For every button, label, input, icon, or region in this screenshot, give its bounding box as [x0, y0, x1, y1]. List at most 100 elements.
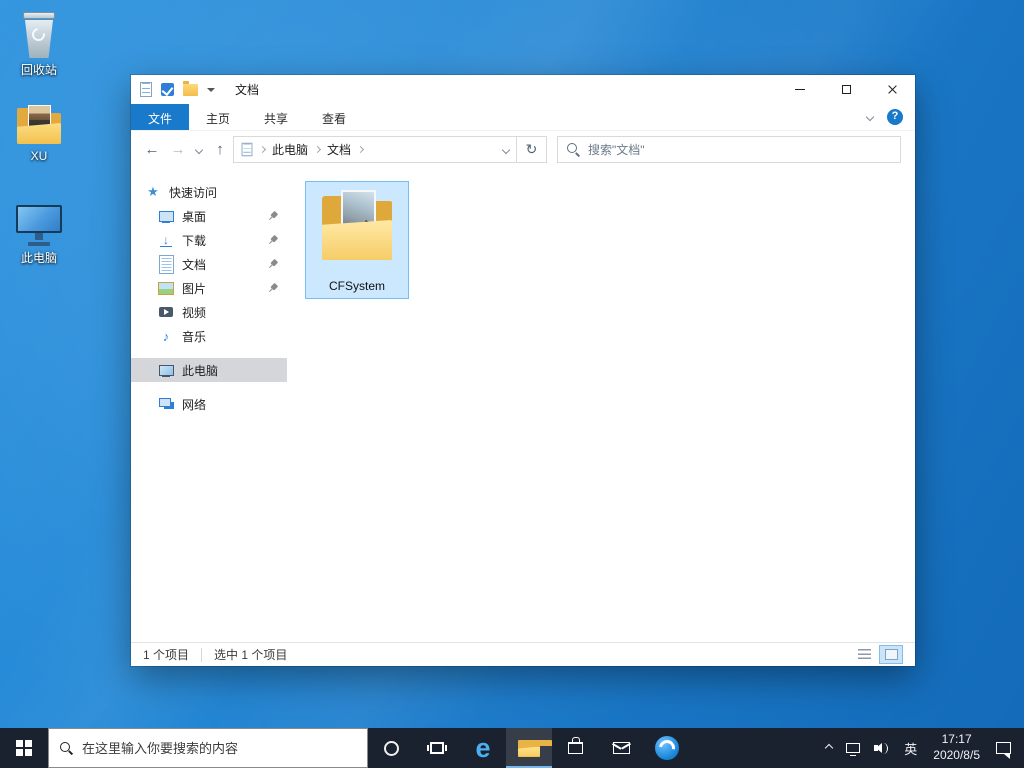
user-folder-icon	[15, 104, 63, 146]
tab-view[interactable]: 查看	[305, 104, 363, 130]
tab-share[interactable]: 共享	[247, 104, 305, 130]
desktop: 回收站 XU 此电脑 文档 文件 主页 共享 查看 ? ← → ↑ 此电脑 文档…	[0, 0, 1024, 768]
edge-button[interactable]	[460, 728, 506, 768]
tab-file[interactable]: 文件	[131, 104, 190, 130]
taskbar-search-input[interactable]	[82, 740, 356, 756]
action-center-icon	[996, 742, 1011, 759]
mail-button[interactable]	[598, 728, 644, 768]
pictures-icon	[158, 280, 174, 296]
ime-indicator[interactable]: 英	[897, 728, 924, 768]
network-tray-icon	[846, 743, 861, 756]
sidebar-item-label: 此电脑	[182, 363, 219, 378]
star-icon	[145, 184, 161, 200]
file-explorer-button[interactable]	[506, 728, 552, 768]
desktop-icon-label: XU	[30, 149, 48, 163]
sidebar-item-music[interactable]: 音乐	[131, 324, 287, 348]
sidebar-item-desktop[interactable]: 桌面	[131, 204, 287, 228]
close-button[interactable]	[869, 75, 915, 104]
details-view-icon	[857, 649, 871, 660]
titlebar[interactable]: 文档	[131, 75, 915, 104]
sidebar-item-quick-access[interactable]: 快速访问	[131, 180, 287, 204]
sidebar-item-videos[interactable]: 视频	[131, 300, 287, 324]
task-view-button[interactable]	[414, 728, 460, 768]
sidebar-item-network[interactable]: 网络	[131, 392, 287, 416]
breadcrumb-separator-icon[interactable]	[258, 145, 267, 154]
thumbnails-view-button[interactable]	[879, 645, 903, 664]
quick-access-toolbar	[140, 80, 215, 97]
address-dropdown-icon[interactable]	[501, 145, 511, 154]
volume-button[interactable]	[867, 728, 897, 768]
hidden-icons-button[interactable]	[819, 728, 839, 768]
file-item-cfsystem[interactable]: CFSystem	[305, 181, 409, 299]
sidebar-item-pictures[interactable]: 图片	[131, 276, 287, 300]
breadcrumb-documents[interactable]: 文档	[327, 141, 351, 158]
edge-icon	[475, 735, 490, 762]
folder-thumbnail-icon	[315, 188, 399, 268]
pin-icon	[265, 208, 281, 224]
taskbar-search-box[interactable]	[48, 728, 368, 768]
computer-icon	[158, 362, 174, 378]
taskbar-search-icon	[60, 741, 73, 755]
refresh-button[interactable]: ↻	[517, 136, 547, 163]
navigation-pane: 快速访问 桌面 下载 文档	[131, 168, 287, 642]
recycle-bin-icon	[20, 10, 58, 58]
explorer-window-icon	[140, 82, 152, 97]
search-input[interactable]	[588, 142, 891, 157]
cortana-button[interactable]	[368, 728, 414, 768]
back-button[interactable]: ←	[139, 137, 165, 163]
mail-icon	[612, 742, 630, 754]
pinned-app-button[interactable]	[644, 728, 690, 768]
new-folder-icon[interactable]	[183, 80, 198, 96]
desktop-icon-this-pc[interactable]: 此电脑	[8, 204, 70, 266]
status-bar: 1 个项目 选中 1 个项目	[131, 642, 915, 666]
clock[interactable]: 17:17 2020/8/5	[924, 728, 989, 768]
tab-home[interactable]: 主页	[189, 104, 247, 130]
desktop-icon-user-folder[interactable]: XU	[8, 104, 70, 163]
search-icon	[567, 143, 580, 156]
document-icon	[158, 256, 174, 272]
file-explorer-icon	[518, 739, 552, 757]
sidebar-item-label: 音乐	[182, 329, 207, 344]
breadcrumb-separator-icon[interactable]	[313, 145, 322, 154]
file-list[interactable]: CFSystem	[287, 168, 915, 642]
help-icon[interactable]	[887, 109, 903, 125]
minimize-button[interactable]	[777, 75, 823, 104]
chevron-down-icon	[194, 145, 204, 154]
network-tray-button[interactable]	[839, 728, 867, 768]
sidebar-item-label: 网络	[182, 397, 207, 412]
pinned-app-icon	[655, 736, 679, 760]
store-button[interactable]	[552, 728, 598, 768]
breadcrumb-separator-icon[interactable]	[356, 145, 365, 154]
sidebar-item-documents[interactable]: 文档	[131, 252, 287, 276]
details-view-button[interactable]	[852, 645, 876, 664]
start-button[interactable]	[0, 728, 48, 768]
desktop-icon-recycle-bin[interactable]: 回收站	[8, 10, 70, 78]
close-icon	[887, 84, 898, 95]
properties-icon[interactable]	[161, 83, 174, 96]
pin-icon	[265, 256, 281, 272]
customize-toolbar-icon[interactable]	[207, 87, 215, 92]
item-count: 1 个项目	[143, 648, 190, 662]
expand-ribbon-icon[interactable]	[865, 112, 875, 122]
location-icon	[241, 142, 253, 157]
up-button[interactable]: ↑	[207, 137, 233, 163]
search-box[interactable]	[557, 136, 901, 163]
selected-count: 选中 1 个项目	[214, 648, 288, 662]
pin-icon	[265, 280, 281, 296]
recent-locations-button[interactable]	[191, 137, 207, 163]
ribbon-tabs: 文件 主页 共享 查看	[131, 104, 915, 131]
breadcrumb-this-pc[interactable]: 此电脑	[272, 141, 308, 158]
sidebar-item-downloads[interactable]: 下载	[131, 228, 287, 252]
maximize-button[interactable]	[823, 75, 869, 104]
windows-logo-icon	[16, 740, 32, 756]
desktop-icon	[158, 208, 174, 224]
cortana-icon	[383, 740, 399, 756]
action-center-button[interactable]	[989, 728, 1024, 768]
sidebar-item-this-pc[interactable]: 此电脑	[131, 358, 287, 382]
sidebar-item-label: 下载	[182, 233, 207, 248]
window-title: 文档	[235, 83, 260, 97]
forward-button[interactable]: →	[165, 137, 191, 163]
address-bar[interactable]: 此电脑 文档	[233, 136, 517, 163]
download-icon	[158, 232, 174, 248]
speaker-icon	[874, 742, 890, 755]
